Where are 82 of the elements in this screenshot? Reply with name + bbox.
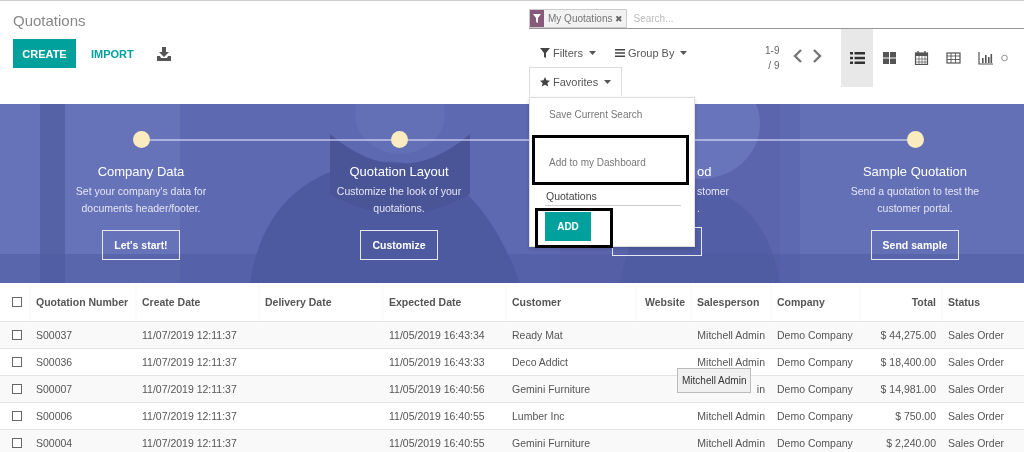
pager-total: / 9 xyxy=(768,59,780,73)
next-icon[interactable] xyxy=(813,49,823,63)
step-title: Quotation Layout xyxy=(349,164,449,179)
tooltip: Mitchell Admin xyxy=(677,368,752,393)
column-header[interactable]: Create Date xyxy=(136,283,259,322)
column-header[interactable]: Total xyxy=(860,283,942,322)
table-cell: Gemini Furniture xyxy=(506,429,636,452)
bar-chart-icon xyxy=(977,51,993,65)
step-description: Send a quotation to test the xyxy=(850,184,980,199)
calendar-icon xyxy=(913,51,929,65)
table-cell: 11/05/2019 16:43:34 xyxy=(383,321,506,349)
filter-facet[interactable]: My Quotations ✖ xyxy=(529,9,628,28)
search-option[interactable]: Group By xyxy=(603,38,696,67)
table-cell: Demo Company xyxy=(771,321,860,349)
table-cell: 11/07/2019 12:11:37 xyxy=(136,429,259,452)
step-title: od xyxy=(697,164,712,179)
step-description: customer portal. xyxy=(877,201,953,216)
column-header[interactable]: Delivery Date xyxy=(259,283,383,322)
column-header[interactable]: Customer xyxy=(506,283,636,322)
filter-icon xyxy=(533,14,541,23)
view-button[interactable] xyxy=(841,29,874,87)
row-checkbox[interactable] xyxy=(12,384,22,394)
grid-icon xyxy=(881,51,897,65)
table-cell: S00007 xyxy=(30,375,136,403)
table-cell: Mitchell Admin xyxy=(691,321,771,349)
column-header[interactable]: Quotation Number xyxy=(30,283,136,322)
row-checkbox[interactable] xyxy=(12,357,22,367)
table-cell: S00037 xyxy=(30,321,136,349)
caret-icon xyxy=(588,50,596,55)
caret-icon xyxy=(680,50,688,55)
table-cell: Sales Order xyxy=(942,321,1024,349)
step-description: quotations. xyxy=(373,201,425,216)
step-description: Set your company's data for xyxy=(75,184,207,199)
table-cell: 11/05/2019 16:40:56 xyxy=(383,375,506,403)
table-cell: Sales Order xyxy=(942,375,1024,403)
table-cell: $ 14,981.00 xyxy=(860,375,942,403)
row-checkbox[interactable] xyxy=(12,438,22,448)
step-description: documents header/footer. xyxy=(81,201,201,216)
row-checkbox[interactable] xyxy=(12,330,22,340)
table-cell: $ 2,240.00 xyxy=(860,429,942,452)
table-cell: Ready Mat xyxy=(506,321,636,349)
download-icon[interactable] xyxy=(156,46,171,61)
dashboard-name-field[interactable]: Quotations xyxy=(545,190,681,206)
column-header[interactable]: Company xyxy=(771,283,860,322)
star-icon xyxy=(540,76,550,87)
column-header[interactable]: Status xyxy=(942,283,1024,322)
column-header[interactable]: Expected Date xyxy=(383,283,506,322)
step-title: Company Data xyxy=(97,164,185,179)
search-field[interactable]: Search... xyxy=(631,12,1024,25)
menu-item[interactable]: Add to my Dashboard xyxy=(532,135,689,185)
table-cell: S00004 xyxy=(30,429,136,452)
caret-icon xyxy=(604,79,612,84)
search-option[interactable]: Favorites xyxy=(529,67,622,96)
table-cell: Gemini Furniture xyxy=(506,375,636,403)
step-title: Sample Quotation xyxy=(862,164,968,179)
column-header[interactable]: Website xyxy=(636,283,691,322)
table-cell: $ 44,275.00 xyxy=(860,321,942,349)
step-description: . xyxy=(697,201,700,216)
row-checkbox[interactable] xyxy=(12,411,22,421)
table-cell: 11/07/2019 12:11:37 xyxy=(136,321,259,349)
list-icon xyxy=(849,51,865,65)
menu-icon xyxy=(614,47,625,58)
pager-range: 1-9 xyxy=(765,44,780,58)
table-cell: Demo Company xyxy=(771,375,860,403)
step-button[interactable]: Customize xyxy=(360,230,438,260)
step-button[interactable]: Send sample xyxy=(870,230,960,260)
table-cell: Mitchell Admin xyxy=(691,429,771,452)
previous-icon[interactable] xyxy=(793,49,803,63)
remove-icon[interactable]: ✖ xyxy=(615,13,627,24)
select-all-checkbox[interactable] xyxy=(12,297,22,307)
table-cell: Demo Company xyxy=(771,429,860,452)
step-description: Customize the look of your xyxy=(336,184,462,199)
filter-icon xyxy=(540,47,550,58)
table-cell: 11/07/2019 12:11:37 xyxy=(136,375,259,403)
step-button[interactable]: Let's start! xyxy=(102,230,180,260)
table-cell: Sales Order xyxy=(942,429,1024,452)
page-title: Quotations xyxy=(13,12,86,29)
search-option[interactable]: Filters xyxy=(529,38,604,67)
column-header[interactable]: Salesperson xyxy=(691,283,771,322)
table-icon xyxy=(945,51,961,65)
table-cell: 11/05/2019 16:40:55 xyxy=(383,429,506,452)
step-description: stomer xyxy=(697,184,730,199)
